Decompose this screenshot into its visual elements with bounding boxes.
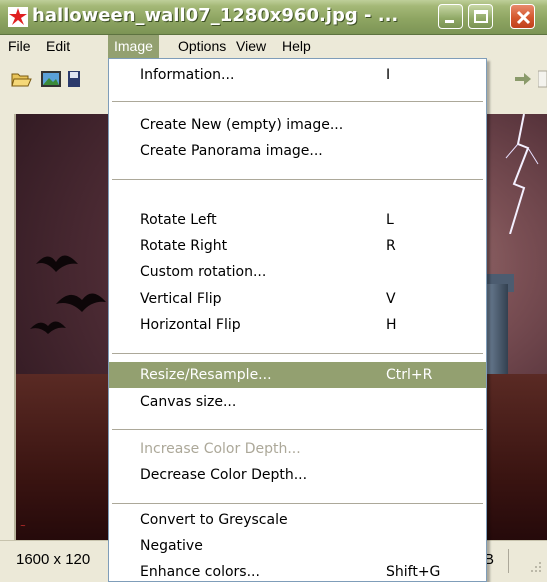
image-menu-dropdown: Information... I Create New (empty) imag… [108,58,487,582]
menu-item-information[interactable]: Information... I [109,62,486,88]
menu-item-shortcut: V [386,291,396,307]
menu-item-label: Create New (empty) image... [140,117,344,133]
minimize-button[interactable] [438,4,463,29]
menu-item-shortcut: Shift+G [386,564,441,580]
menu-separator [112,353,483,354]
menu-item-label: Canvas size... [140,394,237,410]
next-arrow-icon[interactable] [512,68,534,90]
save-icon[interactable] [68,68,80,90]
menu-item-horizontal-flip[interactable]: Horizontal Flip H [109,312,486,338]
lightning [505,114,539,234]
resize-grip-icon[interactable] [528,559,542,573]
menu-edit[interactable]: Edit [40,35,76,58]
menu-separator [112,429,483,430]
slideshow-icon[interactable] [40,68,62,90]
window-title: halloween_wall07_1280x960.jpg - ... [32,5,399,26]
menu-item-shortcut: R [386,238,396,254]
menu-item-vertical-flip[interactable]: Vertical Flip V [109,286,486,312]
app-icon[interactable] [8,7,28,27]
image-dimensions: 1600 x 120 [16,551,91,568]
menu-item-label: Vertical Flip [140,291,222,307]
maximize-icon [474,10,488,23]
menu-item-label: Create Panorama image... [140,143,323,159]
menu-item-label: Negative [140,538,203,554]
menu-item-enhance-colors[interactable]: Enhance colors... Shift+G [109,559,486,581]
toolbar-edge-icon[interactable] [538,68,547,90]
menu-item-label: Resize/Resample... [140,367,272,383]
close-icon [516,10,531,25]
menu-item-decrease-color-depth[interactable]: Decrease Color Depth... [109,462,486,488]
menu-item-resize-resample[interactable]: Resize/Resample... Ctrl+R [109,362,486,388]
menu-help[interactable]: Help [276,35,317,58]
menu-item-label: Decrease Color Depth... [140,467,308,483]
menu-item-rotate-left[interactable]: Rotate Left L [109,207,486,233]
menu-image[interactable]: Image [108,35,159,58]
status-divider [508,549,509,573]
menu-item-label: Increase Color Depth... [140,441,301,457]
menu-item-shortcut: I [386,67,391,83]
menu-item-negative[interactable]: Negative [109,533,486,559]
open-folder-icon[interactable] [10,68,32,90]
menu-file[interactable]: File [2,35,37,58]
menu-item-convert-greyscale[interactable]: Convert to Greyscale [109,507,486,533]
menu-item-shortcut: L [386,212,394,228]
menu-separator [112,179,483,180]
menu-item-canvas-size[interactable]: Canvas size... [109,389,486,415]
menu-separator [112,101,483,102]
title-bar[interactable]: halloween_wall07_1280x960.jpg - ... [0,0,547,35]
menu-item-label: Rotate Right [140,238,228,254]
menu-item-increase-color-depth: Increase Color Depth... [109,436,486,462]
menu-item-create-new-image[interactable]: Create New (empty) image... [109,112,486,138]
minimize-icon [445,20,454,23]
menu-options[interactable]: Options [172,35,232,58]
menu-item-label: Convert to Greyscale [140,512,288,528]
menu-item-label: Information... [140,67,235,83]
menu-item-shortcut: H [386,317,397,333]
menu-view[interactable]: View [230,35,272,58]
menu-separator [112,503,483,504]
menu-item-custom-rotation[interactable]: Custom rotation... [109,259,486,285]
close-button[interactable] [510,4,535,29]
menu-item-create-panorama[interactable]: Create Panorama image... [109,138,486,164]
menu-item-label: Horizontal Flip [140,317,241,333]
menu-item-shortcut: Ctrl+R [386,367,433,383]
menu-item-rotate-right[interactable]: Rotate Right R [109,233,486,259]
maximize-button[interactable] [468,4,493,29]
menu-item-label: Enhance colors... [140,564,260,580]
menu-bar: File Edit Image Options View Help [0,35,547,58]
menu-item-label: Rotate Left [140,212,217,228]
watermark: ~ [20,522,26,530]
menu-item-label: Custom rotation... [140,264,267,280]
